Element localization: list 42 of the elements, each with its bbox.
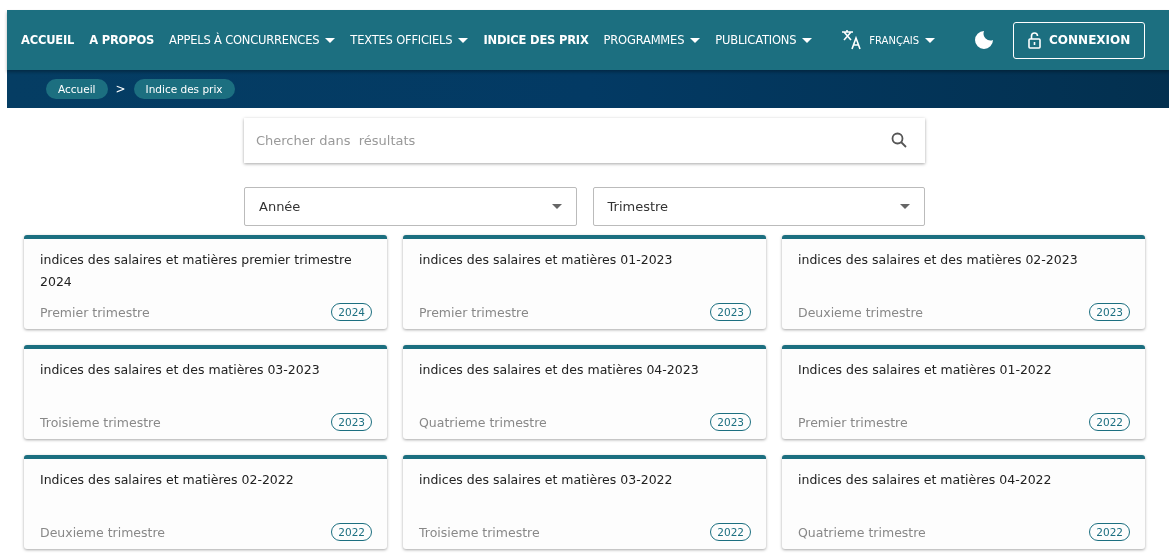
card-title: indices des salaires et matières 04-2022 bbox=[798, 471, 1053, 489]
card-quarter: Deuxieme trimestre bbox=[798, 304, 923, 320]
index-card[interactable]: indices des salaires et matières premier trimestre 2024 Premier trimestre 2024 bbox=[24, 235, 387, 329]
card-title: Indices des salaires et matières 01-2022 bbox=[798, 361, 1053, 379]
card-quarter: Deuxieme trimestre bbox=[40, 524, 165, 540]
index-card[interactable]: indices des salaires et des matières 03-2023 Troisieme trimestre 2023 bbox=[24, 345, 387, 439]
filter-dropdown[interactable]: Trimestre bbox=[592, 187, 925, 226]
index-card[interactable]: indices des salaires et des matières 04-2023 Quatrieme trimestre 2023 bbox=[403, 345, 766, 439]
language-selector[interactable]: FRANÇAIS bbox=[841, 30, 936, 50]
index-card[interactable]: Indices des salaires et matières 01-2022 Premier trimestre 2022 bbox=[782, 345, 1145, 439]
index-card[interactable]: indices des salaires et matières 01-2023 Premier trimestre 2023 bbox=[403, 235, 766, 329]
breadcrumb-link[interactable]: Indice des prix bbox=[133, 79, 235, 99]
login-button[interactable]: CONNEXION bbox=[1013, 21, 1146, 59]
card-quarter: Premier trimestre bbox=[40, 304, 150, 320]
card-title: indices des salaires et des matières 03-2023 bbox=[40, 361, 321, 379]
card-title: indices des salaires et des matières 02-2023 bbox=[798, 251, 1079, 269]
nav-link[interactable]: PUBLICATIONS bbox=[715, 33, 813, 47]
card-quarter: Quatrieme trimestre bbox=[798, 524, 926, 540]
nav-link[interactable]: PROGRAMMES bbox=[603, 33, 701, 47]
card-quarter: Premier trimestre bbox=[798, 414, 908, 430]
breadcrumb-separator: > bbox=[115, 82, 126, 96]
index-card[interactable]: indices des salaires et matières 04-2022 Quatrieme trimestre 2022 bbox=[782, 455, 1145, 549]
index-card[interactable]: indices des salaires et matières 03-2022 Troisieme trimestre 2022 bbox=[403, 455, 766, 549]
nav-link[interactable]: INDICE DES PRIX bbox=[483, 33, 589, 47]
nav-link[interactable]: A PROPOS bbox=[89, 33, 155, 47]
card-title: indices des salaires et matières premier trimestre 2024 bbox=[40, 251, 353, 291]
filter-dropdown[interactable]: Année bbox=[244, 187, 577, 226]
index-card[interactable]: Indices des salaires et matières 02-2022 Deuxieme trimestre 2022 bbox=[24, 455, 387, 549]
card-quarter: Troisieme trimestre bbox=[40, 414, 161, 430]
nav-link[interactable]: APPELS À CONCURRENCES bbox=[169, 33, 336, 47]
breadcrumb-link[interactable]: Accueil bbox=[46, 79, 108, 99]
card-title: Indices des salaires et matières 02-2022 bbox=[40, 471, 295, 489]
card-quarter: Quatrieme trimestre bbox=[419, 414, 547, 430]
card-quarter: Premier trimestre bbox=[419, 304, 529, 320]
nav-link[interactable]: TEXTES OFFICIELS bbox=[350, 33, 469, 47]
card-title: indices des salaires et matières 01-2023 bbox=[419, 251, 674, 269]
card-quarter: Troisieme trimestre bbox=[419, 524, 540, 540]
card-title: indices des salaires et des matières 04-2023 bbox=[419, 361, 700, 379]
nav-link[interactable]: ACCUEIL bbox=[21, 33, 75, 47]
search-field[interactable]: Chercher dans résultats bbox=[244, 118, 925, 163]
index-card[interactable]: indices des salaires et des matières 02-2023 Deuxieme trimestre 2023 bbox=[782, 235, 1145, 329]
card-title: indices des salaires et matières 03-2022 bbox=[419, 471, 674, 489]
